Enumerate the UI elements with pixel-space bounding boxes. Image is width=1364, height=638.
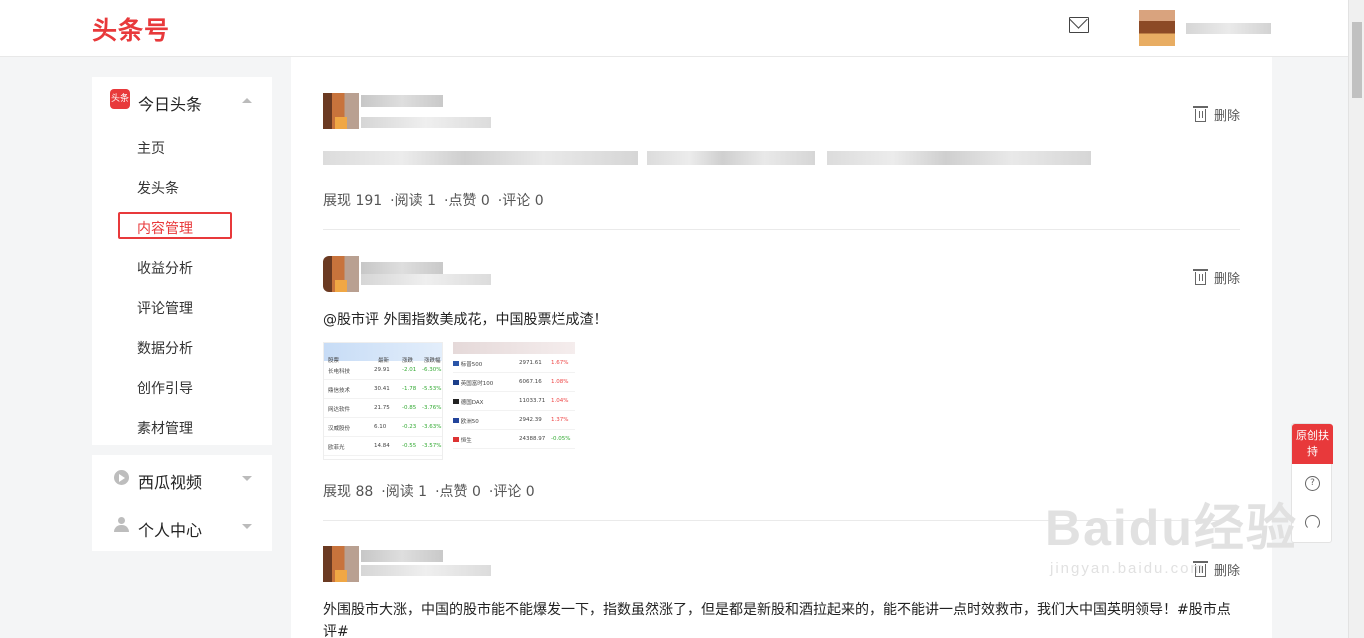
delete-button[interactable]: 删除 [1192,268,1240,287]
post-images[interactable]: 股票 最新 涨跌 涨跌幅 长电科技 29.91 -2.01 -6.30% 鼎信技术 30… [323,342,583,462]
post-author-avatar [323,93,359,129]
post-author-name-blurred [361,95,443,107]
mail-icon[interactable] [1069,17,1089,33]
sidebar-item-material-management[interactable]: 素材管理 [137,418,193,438]
image-header: 股票 最新 涨跌 涨跌幅 [324,343,442,364]
sidebar-item-content-management[interactable]: 内容管理 [137,218,193,238]
stock-row: 汉威股份 6.10 -0.23 -3.63% [324,418,442,437]
views-count: 展现 88 [323,484,374,500]
sidebar-item-data-analysis[interactable]: 数据分析 [137,338,193,358]
expand-caret-icon[interactable] [242,476,252,481]
likes-count: 点赞 0 [439,484,481,500]
index-row: 恒生 24388.97 -0.05% [453,430,575,449]
post-stats: 展现 88 ·阅读 1 ·点赞 0 ·评论 0 [323,484,535,500]
baidu-watermark: Baidu经验 jingyan.baidu.com [1045,500,1298,577]
content-item: 删除 @股市评 外围指数美成花，中国股票烂成渣！ 股票 最新 涨跌 涨跌幅 长电… [323,256,1240,516]
post-time-blurred [361,274,491,285]
likes-count: 点赞 0 [448,193,490,209]
vertical-scrollbar[interactable] [1348,0,1364,638]
index-row: 欧洲50 2942.39 1.37% [453,411,575,430]
sidebar-item-creation-guide[interactable]: 创作引导 [137,378,193,398]
post-author-avatar [323,546,359,582]
sidebar-extra-sections: 西瓜视频 个人中心 [92,455,272,551]
post-text[interactable]: @股市评 外围指数美成花，中国股票烂成渣！ [323,309,1240,331]
trash-icon [1192,269,1208,285]
sidebar-item-home[interactable]: 主页 [137,138,165,158]
sidebar-section-xigua-video[interactable]: 西瓜视频 [138,469,202,493]
stock-row: 欧菲光 14.84 -0.55 -3.57% [324,437,442,456]
stock-row: 网达软件 21.75 -0.85 -3.76% [324,399,442,418]
comments-count: 评论 0 [502,193,544,209]
index-row: 标普500 2971.61 1.67% [453,354,575,373]
stock-image-b[interactable]: 标普500 2971.61 1.67% 英国富时100 6067.16 1.08% 德国… [453,342,575,460]
scrollbar-thumb[interactable] [1352,22,1362,98]
reads-count: 阅读 1 [394,193,436,209]
index-row: 英国富时100 6067.16 1.08% [453,373,575,392]
post-text[interactable]: 外围股市大涨，中国的股市能不能爆发一下，指数虽然涨了，但是都是新股和酒拉起来的，… [323,599,1240,638]
post-title-blurred [647,151,815,165]
user-avatar[interactable] [1139,10,1175,46]
expand-caret-icon[interactable] [242,524,252,529]
image-header [453,342,575,354]
headset-icon[interactable] [1305,515,1320,530]
trash-icon [1192,106,1208,122]
post-author-name-blurred [361,262,443,274]
post-time-blurred [361,117,491,128]
sidebar-section-title[interactable]: 今日头条 [138,91,202,115]
divider [323,229,1240,230]
comments-count: 评论 0 [493,484,535,500]
user-name-blurred[interactable] [1186,23,1271,34]
sidebar-item-revenue-analysis[interactable]: 收益分析 [137,258,193,278]
stock-row: 长电科技 29.91 -2.01 -6.30% [324,361,442,380]
post-stats: 展现 191 ·阅读 1 ·点赞 0 ·评论 0 [323,193,544,209]
stock-row: 鼎信技术 30.41 -1.78 -5.53% [324,380,442,399]
stock-image-a[interactable]: 股票 最新 涨跌 涨跌幅 长电科技 29.91 -2.01 -6.30% 鼎信技术 30… [323,342,443,460]
post-title-blurred [323,151,638,165]
sidebar-item-comment-management[interactable]: 评论管理 [137,298,193,318]
reads-count: 阅读 1 [385,484,428,500]
post-time-blurred [361,565,491,576]
collapse-caret-icon[interactable] [242,98,252,103]
play-icon [114,470,129,485]
toutiao-brand-icon: 头条 [110,89,130,109]
views-count: 展现 191 [323,193,383,209]
sidebar-toutiao-section: 头条 今日头条 主页 发头条 内容管理 收益分析 评论管理 数据分析 创作引导 … [92,77,272,445]
index-row: 德国DAX 11033.71 1.04% [453,392,575,411]
sidebar-item-publish[interactable]: 发头条 [137,178,179,198]
post-author-avatar [323,256,359,292]
original-support-button[interactable]: 原创扶持 [1292,424,1333,464]
post-author-name-blurred [361,550,443,562]
top-header: 头条号 [0,0,1348,57]
sidebar-section-personal-center[interactable]: 个人中心 [138,517,202,541]
post-title-blurred [827,151,1091,165]
delete-button[interactable]: 删除 [1192,105,1240,124]
site-logo[interactable]: 头条号 [92,11,170,47]
question-icon[interactable]: ? [1305,476,1320,491]
user-icon [114,517,129,532]
